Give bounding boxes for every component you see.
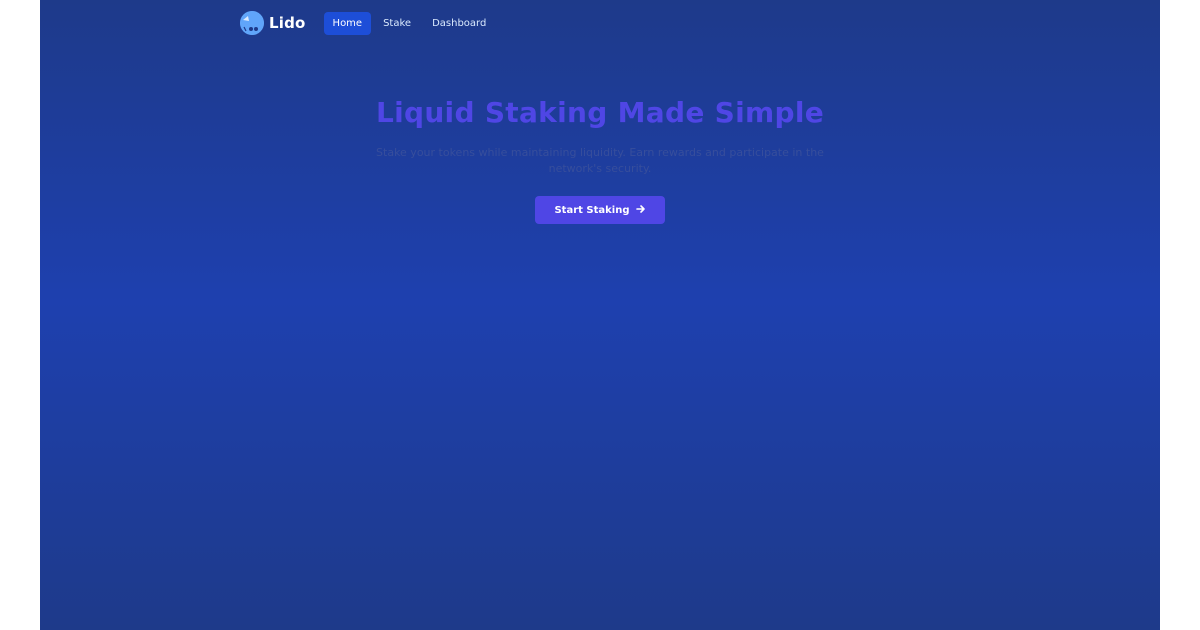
hero-subtitle-line-1: Stake your tokens while maintaining liqu… (376, 146, 824, 159)
nav-home[interactable]: Home (323, 11, 372, 35)
start-staking-label: Start Staking (554, 204, 630, 216)
hero-subtitle: Stake your tokens while maintaining liqu… (350, 145, 850, 177)
hero-title: Liquid Staking Made Simple (375, 96, 825, 129)
hero-section: Liquid Staking Made Simple Stake your to… (40, 96, 1160, 224)
nav-stake[interactable]: Stake (374, 12, 420, 35)
top-nav: Lido Home Stake Dashboard (240, 10, 498, 36)
nav-dashboard[interactable]: Dashboard (423, 12, 495, 35)
start-staking-button[interactable]: Start Staking (535, 196, 665, 224)
lido-logo-icon (240, 11, 264, 35)
hero-subtitle-line-2: network's security. (548, 162, 652, 175)
page: Lido Home Stake Dashboard Liquid Staking… (40, 0, 1160, 630)
brand-logo[interactable]: Lido (240, 11, 306, 35)
arrow-right-icon (635, 204, 646, 217)
brand-name: Lido (269, 14, 306, 32)
